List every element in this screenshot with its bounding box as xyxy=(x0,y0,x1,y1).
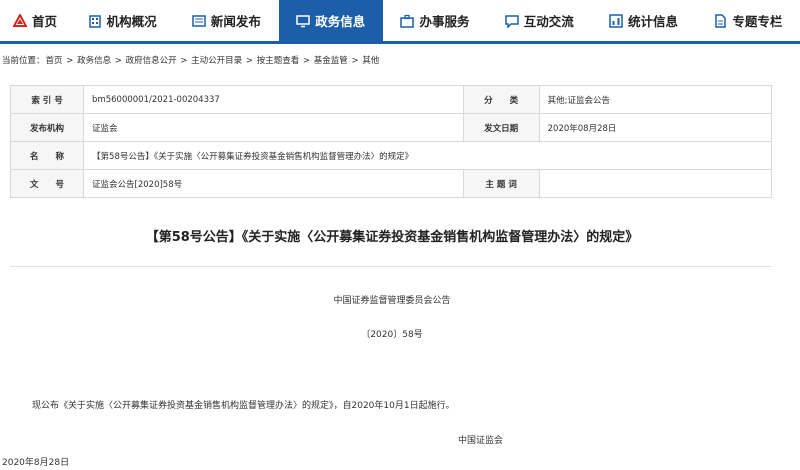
nav-item-news[interactable]: 新闻发布 xyxy=(174,0,278,41)
nav-item-statistics[interactable]: 统计信息 xyxy=(591,0,695,41)
nav-item-label: 专题专栏 xyxy=(732,14,783,29)
breadcrumb-separator: > xyxy=(348,56,362,66)
index-label: 索 引 号 xyxy=(9,85,85,114)
building-icon xyxy=(88,14,102,28)
nav-item-label: 政务信息 xyxy=(315,14,366,29)
date-value: 2020年08月28日 xyxy=(538,113,773,142)
nav-item-home[interactable]: 首页 xyxy=(0,0,70,41)
subject-label: 主 题 词 xyxy=(462,169,540,198)
nav-item-topics[interactable]: 专题专栏 xyxy=(696,0,800,41)
index-value: bm56000001/2021-00204337 xyxy=(83,85,464,114)
table-row: 发布机构 证监会 发文日期 2020年08月28日 xyxy=(9,113,773,142)
chat-icon xyxy=(505,14,519,28)
nav-item-services[interactable]: 办事服务 xyxy=(383,0,487,41)
stats-icon xyxy=(609,13,623,28)
divider xyxy=(10,266,772,267)
docno-label: 文 号 xyxy=(9,169,85,198)
issuer-value: 证监会 xyxy=(83,113,464,142)
issuer-label: 发布机构 xyxy=(9,113,85,142)
name-value: 【第58号公告】《关于实施〈公开募集证券投资基金销售机构监督管理办法〉的规定》 xyxy=(83,141,772,170)
category-label: 分 类 xyxy=(462,85,540,114)
docno-value: 证监会公告[2020]58号 xyxy=(83,169,464,198)
breadcrumb-link[interactable]: 政务信息 xyxy=(77,56,111,66)
subject-value xyxy=(538,169,773,198)
nav-item-label: 新闻发布 xyxy=(210,14,261,29)
breadcrumb-link[interactable]: 首页 xyxy=(46,56,63,66)
breadcrumb-separator: > xyxy=(177,56,191,66)
nav-item-government-info[interactable]: 政务信息 xyxy=(278,0,383,41)
article-number: 〔2020〕58号 xyxy=(361,330,423,340)
breadcrumb-separator: > xyxy=(63,56,77,66)
document-icon xyxy=(713,13,727,28)
nav-item-label: 机构概况 xyxy=(106,14,157,29)
article-body: 现公布《关于实施〈公开募集证券投资基金销售机构监督管理办法〉的规定》，自2020… xyxy=(32,401,455,411)
article-date: 2020年8月28日 xyxy=(2,458,70,468)
nav-item-label: 办事服务 xyxy=(419,14,470,29)
breadcrumb-link[interactable]: 主动公开目录 xyxy=(191,56,242,66)
news-icon xyxy=(192,14,206,28)
breadcrumb-link[interactable]: 其他 xyxy=(362,56,379,66)
breadcrumb: 当前位置：首页 > 政务信息 > 政府信息公开 > 主动公开目录 > 按主题查看… xyxy=(2,54,380,66)
main-nav: 首页 机构概况 新闻发布 政务信息 办事服务 互动交流 统计信息 专题专栏 xyxy=(0,0,800,44)
breadcrumb-separator: > xyxy=(112,56,125,66)
breadcrumb-prefix: 当前位置： xyxy=(2,56,45,66)
breadcrumb-separator: > xyxy=(243,56,256,66)
article-sign: 中国证监会 xyxy=(458,436,504,446)
service-icon xyxy=(400,14,415,28)
breadcrumb-link[interactable]: 政府信息公开 xyxy=(126,56,177,66)
breadcrumb-separator: > xyxy=(300,56,313,66)
document-meta-table: 索 引 号 bm56000001/2021-00204337 分 类 其他;证监… xyxy=(9,85,773,198)
nav-item-organization[interactable]: 机构概况 xyxy=(70,0,174,41)
category-value: 其他;证监会公告 xyxy=(538,85,773,114)
breadcrumb-link[interactable]: 按主题查看 xyxy=(257,56,300,66)
nav-item-interaction[interactable]: 互动交流 xyxy=(487,0,591,41)
breadcrumb-link[interactable]: 基金监管 xyxy=(314,56,348,66)
monitor-icon xyxy=(296,14,310,28)
home-logo-icon xyxy=(12,13,27,28)
article-title: 【第58号公告】《关于实施〈公开募集证券投资基金销售机构监督管理办法〉的规定》 xyxy=(145,230,639,245)
nav-item-label: 互动交流 xyxy=(523,14,574,29)
date-label: 发文日期 xyxy=(462,113,540,142)
table-row: 名 称 【第58号公告】《关于实施〈公开募集证券投资基金销售机构监督管理办法〉的… xyxy=(9,141,772,170)
name-label: 名 称 xyxy=(9,141,85,170)
article-org: 中国证券监督管理委员会公告 xyxy=(333,296,451,306)
nav-item-label: 首页 xyxy=(31,14,57,29)
table-row: 文 号 证监会公告[2020]58号 主 题 词 xyxy=(9,169,773,198)
table-row: 索 引 号 bm56000001/2021-00204337 分 类 其他;证监… xyxy=(9,85,773,114)
nav-item-label: 统计信息 xyxy=(628,14,679,29)
